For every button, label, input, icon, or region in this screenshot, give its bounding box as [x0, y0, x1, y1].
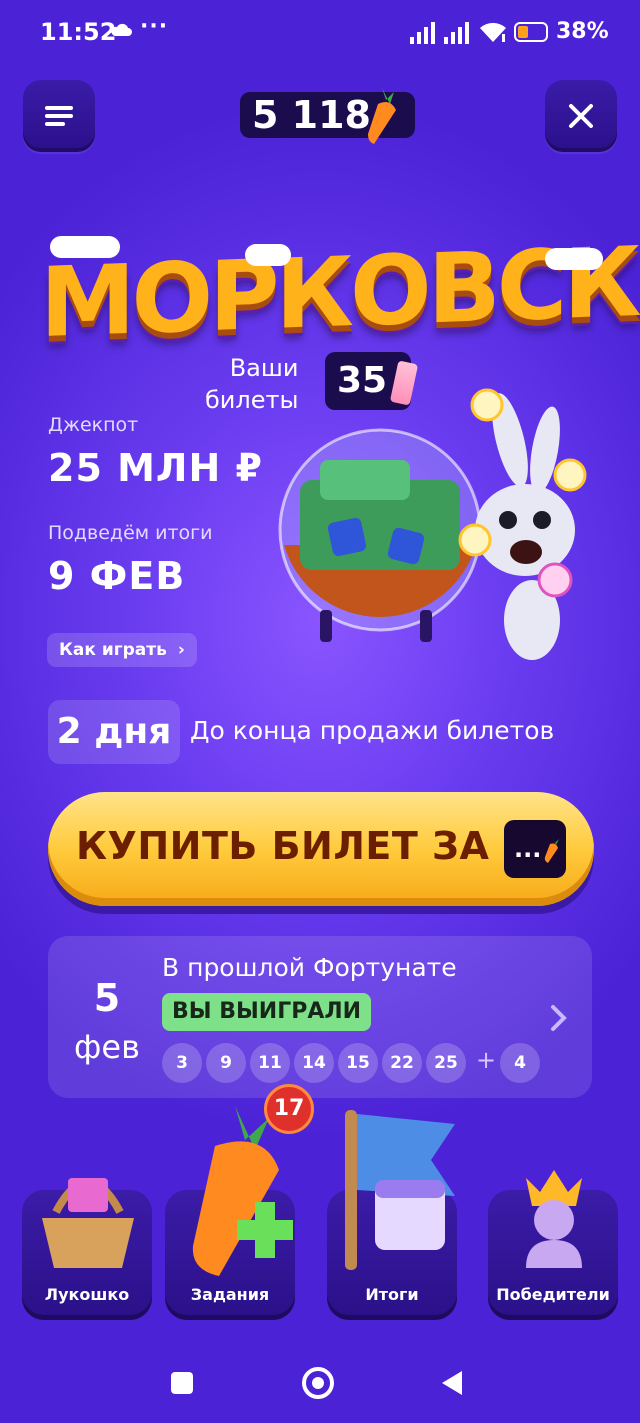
- tasks-count-badge: 17: [264, 1084, 314, 1134]
- drawn-number: 22: [382, 1043, 422, 1083]
- status-bar: 11:52 ··· 38%: [0, 0, 640, 66]
- buy-ticket-price: ...: [504, 820, 566, 878]
- status-time: 11:52: [40, 18, 117, 46]
- carrot-icon: [544, 836, 559, 863]
- hamburger-icon: [45, 106, 73, 126]
- last-draw-day: 5: [93, 976, 121, 1020]
- battery-percent: 38%: [556, 19, 609, 44]
- home-button[interactable]: [302, 1367, 334, 1399]
- bonus-number: 4: [500, 1043, 540, 1083]
- system-nav-bar: [0, 1340, 640, 1423]
- wifi-icon: [480, 22, 506, 42]
- logo-snow: [50, 236, 120, 258]
- results-label: Итоги: [365, 1285, 419, 1304]
- chevron-right-icon[interactable]: [550, 1004, 568, 1032]
- lottery-globe-illustration: [278, 388, 587, 660]
- days-left-text: До конца продажи билетов: [190, 716, 555, 745]
- signal-icon-2: [444, 22, 469, 44]
- drawn-number: 25: [426, 1043, 466, 1083]
- back-button[interactable]: [440, 1369, 464, 1397]
- drawn-number: 3: [162, 1043, 202, 1083]
- tasks-label: Задания: [190, 1285, 270, 1304]
- carrot-icon: [368, 88, 396, 144]
- cloud-icon: [111, 23, 132, 36]
- battery-icon: [514, 22, 548, 42]
- close-button[interactable]: [545, 80, 617, 152]
- game-logo: МОРКОВСК: [40, 226, 638, 359]
- recents-button[interactable]: [171, 1372, 193, 1394]
- jackpot-label: Джекпот: [48, 414, 139, 436]
- balance-value: 5 118: [252, 93, 371, 137]
- results-date-value: 9 ФЕВ: [48, 554, 186, 598]
- drawn-number: 15: [338, 1043, 378, 1083]
- close-icon: [569, 104, 593, 128]
- crown-icon: [526, 1170, 582, 1268]
- logo-snow: [245, 244, 291, 266]
- last-draw-month: фев: [74, 1028, 140, 1066]
- buy-price-value: ...: [514, 835, 542, 863]
- logo-snow: [545, 248, 603, 270]
- days-left-value: 2 дня: [48, 700, 180, 764]
- bonus-plus: +: [476, 1046, 497, 1074]
- how-to-play-link[interactable]: Как играть ›: [47, 633, 197, 667]
- status-more-dots: ···: [140, 14, 169, 39]
- calendar-flag-icon: [345, 1110, 455, 1270]
- last-draw-title: В прошлой Фортунате: [162, 953, 457, 982]
- buy-ticket-label: КУПИТЬ БИЛЕТ ЗА: [76, 824, 490, 868]
- how-to-play-label: Как играть: [59, 640, 167, 660]
- basket-icon: [42, 1178, 134, 1268]
- jackpot-value: 25 МЛН ₽: [48, 446, 263, 490]
- drawn-number: 9: [206, 1043, 246, 1083]
- winners-label: Победители: [496, 1285, 610, 1304]
- drawn-number: 11: [250, 1043, 290, 1083]
- win-status-badge: ВЫ ВЫИГРАЛИ: [162, 993, 372, 1031]
- menu-button[interactable]: [23, 80, 95, 152]
- drawn-number: 14: [294, 1043, 334, 1083]
- chevron-right-icon: ›: [177, 640, 185, 660]
- basket-label: Лукошко: [44, 1285, 130, 1304]
- results-date-label: Подведём итоги: [48, 522, 213, 544]
- signal-icon: [410, 22, 435, 44]
